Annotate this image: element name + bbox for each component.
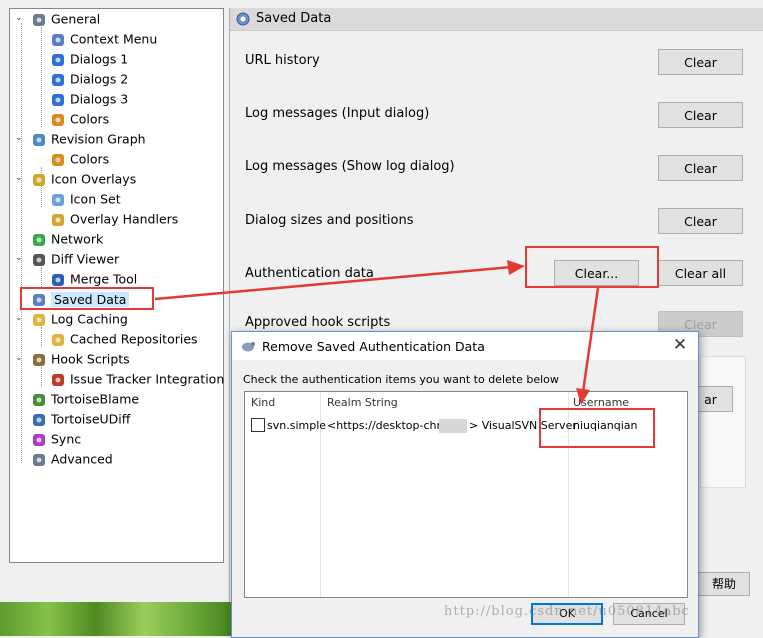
arrow-head [507, 260, 525, 275]
watermark: http://blog.csdn.net/u050814abc [444, 604, 690, 619]
arrow-head [576, 388, 590, 405]
annotation-arrows [154, 260, 600, 405]
arrow-to-username [581, 287, 600, 393]
arrow-to-clear [154, 265, 513, 301]
